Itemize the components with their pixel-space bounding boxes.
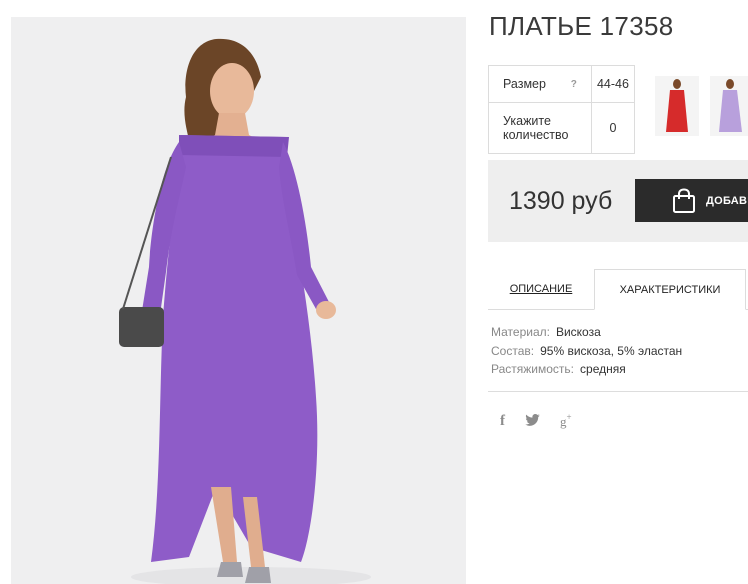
- spec-key: Материал:: [491, 325, 550, 339]
- price: 1390 руб: [509, 187, 613, 215]
- spec-key: Состав:: [491, 343, 535, 358]
- lilac-dress-thumbnail-image: [710, 76, 748, 136]
- product-options-table: Размер ? 44-46 Укажите количество 0: [488, 65, 636, 154]
- product-tabs: ОПИСАНИЕ ХАРАКТЕРИСТИКИ: [488, 269, 748, 310]
- spec-value: Вискоза: [555, 325, 601, 339]
- twitter-bird-icon[interactable]: [525, 414, 540, 429]
- size-label-cell: Размер ?: [488, 65, 592, 103]
- thumbnail-red-dress[interactable]: [655, 76, 699, 136]
- spec-value: средняя: [580, 362, 626, 376]
- quantity-label-cell: Укажите количество: [488, 102, 592, 154]
- googleplus-icon[interactable]: g+: [560, 412, 572, 431]
- spec-row-stretch: Растяжимость: средняя: [491, 360, 682, 379]
- social-share: f g+: [500, 412, 572, 431]
- add-to-cart-button[interactable]: ДОБАВИТЬ В КОРЗИНУ: [635, 179, 748, 222]
- quantity-input[interactable]: 0: [590, 102, 636, 154]
- size-help-icon[interactable]: ?: [571, 79, 577, 90]
- quantity-label-line2: количество: [503, 128, 569, 142]
- spec-key: Растяжимость:: [491, 362, 575, 376]
- size-value[interactable]: 44-46: [590, 65, 636, 103]
- specs-list: Материал: Вискоза Состав: 95% вискоза, 5% …: [491, 323, 682, 379]
- spec-row-material: Материал: Вискоза: [491, 323, 682, 342]
- thumbnail-lilac-dress[interactable]: [710, 76, 748, 136]
- divider: [488, 391, 748, 392]
- tab-description[interactable]: ОПИСАНИЕ: [488, 269, 594, 309]
- product-title: ПЛАТЬЕ 17358: [489, 11, 674, 41]
- red-dress-thumbnail-image: [655, 76, 699, 136]
- spec-row-composition: Состав: 95% вискоза, 5% эластан: [491, 342, 682, 361]
- facebook-icon[interactable]: f: [500, 413, 505, 430]
- buy-box: 1390 руб ДОБАВИТЬ В КОРЗИНУ: [488, 160, 748, 242]
- tab-characteristics[interactable]: ХАРАКТЕРИСТИКИ: [594, 269, 746, 310]
- dress-model-image: [11, 17, 466, 584]
- quantity-label-line1: Укажите: [503, 114, 551, 128]
- add-to-cart-label: ДОБАВИТЬ В КОРЗИНУ: [706, 194, 748, 207]
- googleplus-plus: +: [566, 412, 572, 422]
- shopping-bag-icon: [672, 188, 696, 217]
- spec-value: 95% вискоза, 5% эластан: [540, 343, 683, 358]
- size-label: Размер: [503, 77, 546, 91]
- product-main-photo[interactable]: [11, 17, 466, 584]
